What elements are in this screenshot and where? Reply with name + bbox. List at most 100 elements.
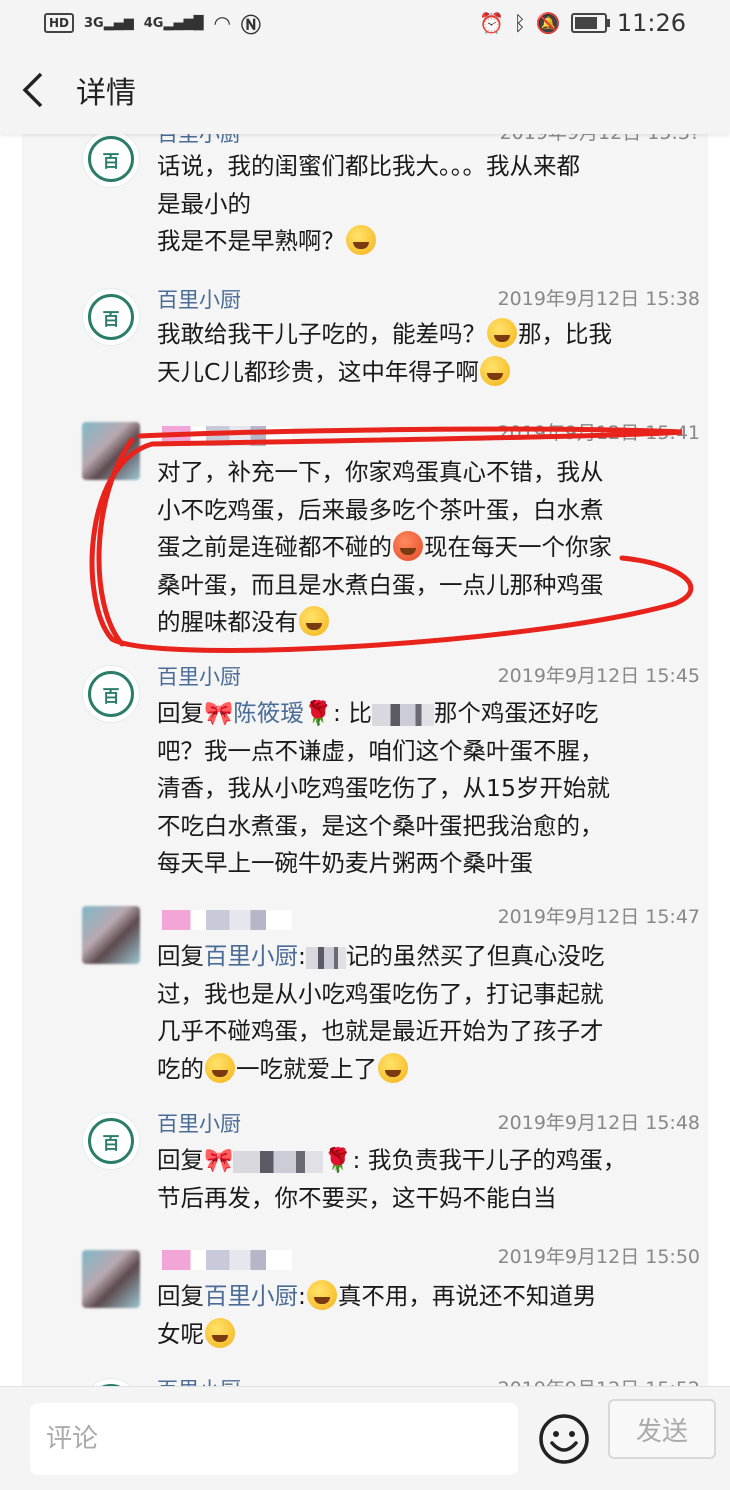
comment-line: 是最小的: [157, 189, 251, 218]
comment-composer: 发送: [0, 1386, 730, 1490]
comment-line: 天儿C儿都珍贵，这中年得子啊: [157, 357, 479, 386]
brand-logo-avatar[interactable]: 百™: [82, 1378, 140, 1386]
reply-colon: :: [298, 942, 306, 970]
user-avatar[interactable]: [82, 1250, 140, 1308]
brand-logo-avatar[interactable]: 百™: [82, 665, 140, 723]
comment-line: 女呢: [157, 1319, 204, 1348]
author-name[interactable]: 百里小厨: [157, 134, 241, 148]
signal-3g: 3G▂▄▆: [84, 15, 134, 31]
author-name[interactable]: 百里小厨: [157, 1108, 241, 1138]
comment-line: 我敢给我干儿子吃的，能差吗？: [157, 320, 486, 348]
chevron-left-icon[interactable]: [22, 70, 54, 110]
reply-colon: : 我负责我干儿子的鸡蛋，: [352, 1146, 627, 1174]
reply-target-link[interactable]: 百里小厨: [204, 1282, 298, 1310]
brand-logo-avatar[interactable]: 百™: [82, 1112, 140, 1170]
smile-emoji-icon: [378, 1052, 408, 1083]
comment-time: 2019年9月12日 15:41: [497, 422, 700, 444]
signal-4g-label: 4G: [143, 15, 164, 31]
author-name[interactable]: 百里小厨: [157, 1374, 241, 1386]
comment-line: 对了，补充一下，你家鸡蛋真心不错，我从: [157, 458, 604, 486]
author-name[interactable]: 百里小厨: [157, 661, 241, 691]
reply-target-link[interactable]: 百里小厨: [204, 942, 298, 970]
comment-text: 对了，补充一下，你家鸡蛋真心不错，我从 小不吃鸡蛋，后来最多吃个茶叶蛋，白水煮 …: [157, 454, 692, 642]
logo-mark: 百: [88, 294, 134, 340]
alarm-icon: ⏰: [479, 11, 504, 35]
reply-prefix: 回复: [157, 1282, 204, 1310]
signal-4g: 4G▂▄▆█: [143, 15, 204, 31]
wifi-icon: ◠: [213, 11, 231, 35]
redacted-text: [233, 1150, 324, 1173]
trademark-mark: ™: [130, 1379, 138, 1386]
comment-text: 回复百里小厨: 真不用，再说还不知道男 女呢: [157, 1278, 692, 1353]
logo-mark: 百: [88, 1118, 134, 1164]
redacted-text: [371, 703, 434, 726]
author-name-redacted: [162, 426, 292, 446]
comment-line: 那，比我: [518, 320, 612, 348]
comment-time: 2019年9月12日 15:3?: [500, 134, 700, 145]
smile-emoji-icon: [205, 1317, 235, 1348]
thinking-emoji-icon: [299, 606, 329, 636]
clock: 11:26: [616, 9, 686, 37]
redacted-text: [305, 946, 346, 969]
comment-line: 吧？我一点不谦虚，咱们这个桑叶蛋不腥，: [157, 736, 604, 765]
flushed-emoji-icon: [393, 531, 423, 561]
comment-time: 2019年9月12日 15:38: [497, 288, 700, 310]
bluetooth-icon: ᛒ: [513, 11, 526, 35]
reply-prefix: 回复: [157, 1146, 204, 1174]
trademark-mark: ™: [130, 134, 138, 140]
brand-logo-avatar[interactable]: 百™: [82, 134, 140, 188]
grin-emoji-icon: [479, 355, 510, 386]
comment-line: 桑叶蛋，而且是水煮白蛋，一点儿那种鸡蛋: [157, 570, 604, 599]
rose-emoji-icon: 🌹: [323, 1146, 353, 1174]
comment-line: 每天早上一碗牛奶麦片粥两个桑叶蛋: [157, 849, 533, 877]
author-name-redacted: [162, 1250, 292, 1270]
comment-line: 记的虽然买了但真心没吃: [345, 942, 605, 970]
hd-badge: HD: [44, 13, 75, 33]
logo-mark: 百: [88, 136, 134, 182]
bow-emoji-icon: 🎀: [204, 699, 234, 727]
comment-time: 2019年9月12日 15:48: [497, 1112, 700, 1134]
reply-colon: :: [298, 1282, 306, 1310]
comment-line: 真不用，再说还不知道男: [337, 1282, 597, 1310]
comment-line: 不吃白水煮蛋，是这个桑叶蛋把我治愈的，: [157, 811, 604, 840]
status-left: HD 3G▂▄▆ 4G▂▄▆█ ◠ Ⓝ: [44, 9, 261, 38]
smiley-icon[interactable]: [536, 1411, 592, 1467]
comment-input[interactable]: [30, 1403, 518, 1475]
crying-emoji-icon: [205, 1052, 235, 1083]
comment-text: 我敢给我干儿子吃的，能差吗？ 那，比我 天儿C儿都珍贵，这中年得子啊: [157, 316, 692, 391]
comment-line: 小不吃鸡蛋，后来最多吃个茶叶蛋，白水煮: [157, 495, 604, 524]
comment-line: 吃的: [157, 1054, 204, 1083]
author-name[interactable]: 百里小厨: [157, 284, 241, 314]
battery-icon: [570, 13, 610, 33]
comment-line: 蛋之前是连碰都不碰的: [157, 533, 392, 561]
comment-time: 2019年9月12日 15:50: [497, 1246, 700, 1268]
crying-emoji-icon: [306, 1280, 337, 1310]
comment-line: 话说，我的闺蜜们都比我大。。。我从来都: [157, 152, 580, 180]
page-title: 详情: [76, 76, 136, 111]
reply-prefix: 回复: [157, 942, 204, 970]
grin-emoji-icon: [346, 225, 376, 255]
brand-logo-avatar[interactable]: 百™: [82, 288, 140, 346]
author-name-redacted: [162, 910, 292, 930]
reply-target-link[interactable]: 陈筱瑷: [233, 699, 304, 727]
comment-line: 节后再发，你不要买，这干妈不能白当: [157, 1183, 557, 1212]
comment-line: 过，我也是从小吃鸡蛋吃伤了，打记事起就: [157, 979, 604, 1008]
comment-line: 我是不是早熟啊？: [157, 227, 345, 255]
user-avatar[interactable]: [82, 422, 140, 480]
trademark-mark: ™: [130, 666, 138, 675]
send-button[interactable]: 发送: [608, 1399, 716, 1459]
comment-text: 回复百里小厨: 记的虽然买了但真心没吃 过，我也是从小吃鸡蛋吃伤了，打记事起就 几…: [157, 938, 692, 1088]
comment-text: 话说，我的闺蜜们都比我大。。。我从来都 是最小的 我是不是早熟啊？: [157, 148, 692, 261]
comment-text: 回复🎀陈筱瑷🌹: 比 那个鸡蛋还好吃 吧？我一点不谦虚，咱们这个桑叶蛋不腥， 清香…: [157, 695, 692, 883]
rose-emoji-icon: 🌹: [303, 699, 334, 727]
comment-time: 2019年9月12日 15:47: [497, 906, 700, 928]
bow-emoji-icon: 🎀: [204, 1146, 234, 1174]
reply-prefix: 回复: [157, 699, 204, 727]
mute-icon: 🔕: [535, 11, 561, 35]
logo-mark: 百: [88, 671, 134, 717]
comment-list[interactable]: 百™ 百里小厨 2019年9月12日 15:3? 话说，我的闺蜜们都比我大。。。…: [22, 134, 708, 1386]
status-bar: HD 3G▂▄▆ 4G▂▄▆█ ◠ Ⓝ ⏰ ᛒ 🔕 11:26: [0, 0, 730, 46]
user-avatar[interactable]: [82, 906, 140, 964]
trademark-mark: ™: [130, 1113, 138, 1122]
comment-line: 的腥味都没有: [157, 608, 298, 636]
